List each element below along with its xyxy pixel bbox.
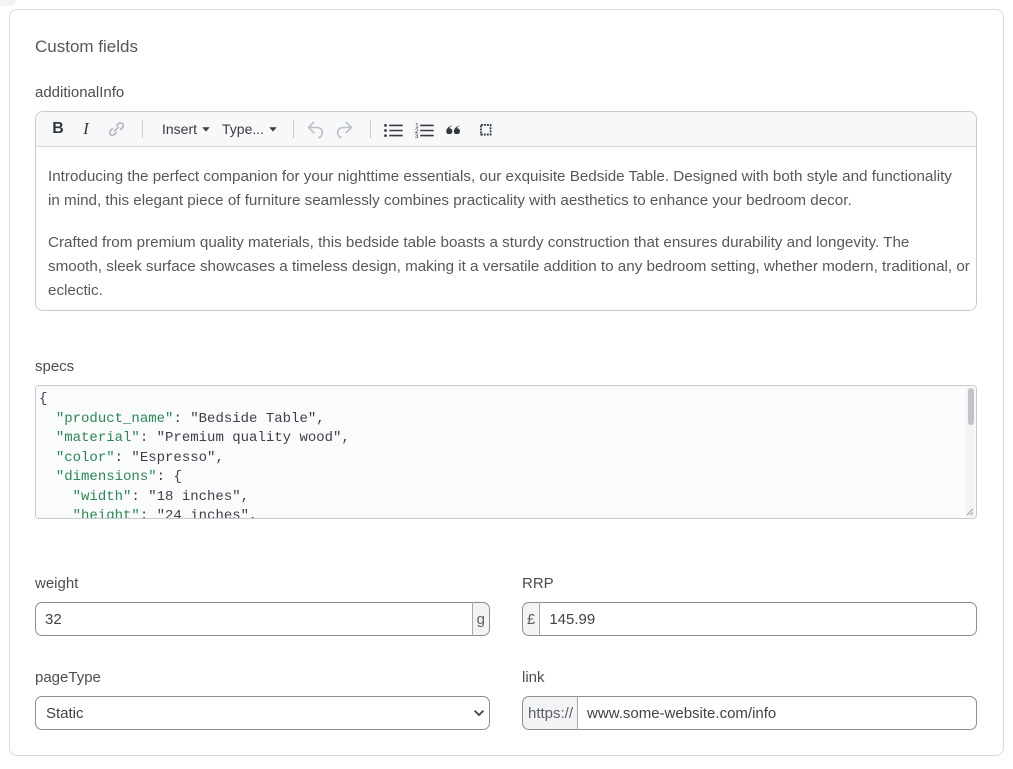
svg-text:3: 3 [415, 134, 419, 138]
